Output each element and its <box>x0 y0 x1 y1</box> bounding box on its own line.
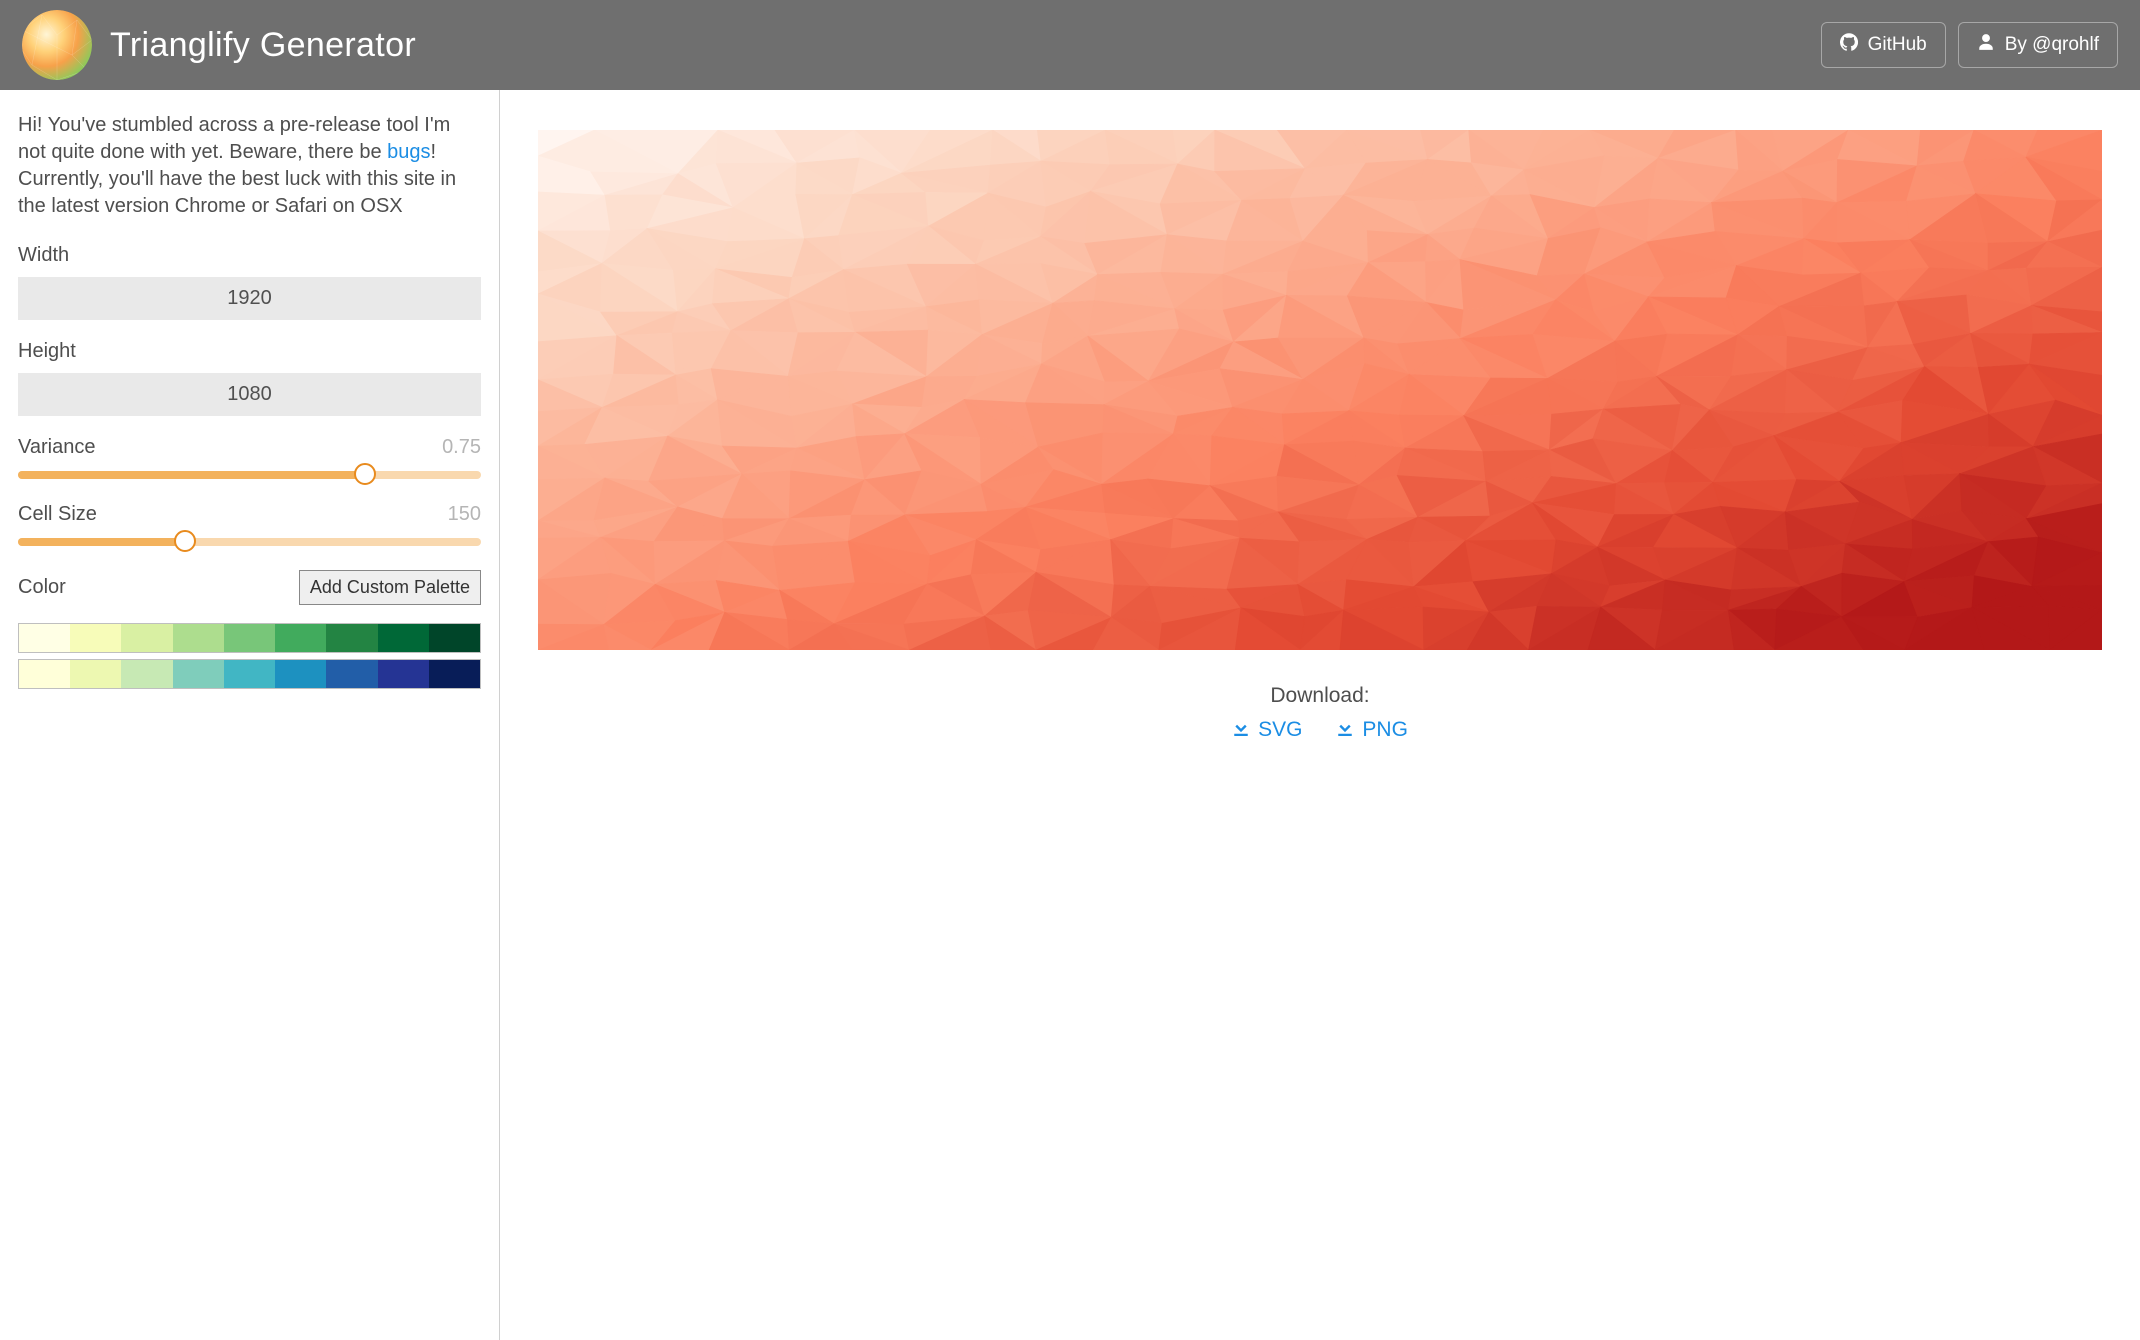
user-icon <box>1977 33 1995 57</box>
download-section: Download: SVG PNG <box>1232 684 1408 742</box>
width-input[interactable] <box>18 277 481 320</box>
github-button-label: GitHub <box>1868 34 1927 56</box>
cellsize-value: 150 <box>448 503 481 526</box>
palette-swatch <box>429 624 480 652</box>
palette-swatch <box>224 624 275 652</box>
bugs-link[interactable]: bugs <box>387 141 430 163</box>
palette-swatch <box>19 660 70 688</box>
main: Hi! You've stumbled across a pre-release… <box>0 90 2140 1340</box>
palette-swatch <box>378 660 429 688</box>
width-label: Width <box>18 244 481 267</box>
palette-swatch <box>121 624 172 652</box>
intro-text: Hi! You've stumbled across a pre-release… <box>18 112 481 220</box>
palette-swatch <box>224 660 275 688</box>
palette-row[interactable] <box>18 659 481 689</box>
add-palette-button[interactable]: Add Custom Palette <box>299 570 481 605</box>
slider-thumb[interactable] <box>174 530 196 552</box>
intro-a: Hi! You've stumbled across a pre-release… <box>18 114 450 163</box>
palette-row[interactable] <box>18 623 481 653</box>
palette-swatch <box>326 660 377 688</box>
cellsize-label: Cell Size <box>18 503 97 526</box>
download-icon <box>1232 718 1250 742</box>
slider-fill <box>18 471 365 479</box>
color-header: Color Add Custom Palette <box>18 570 481 605</box>
palette-swatch <box>121 660 172 688</box>
download-svg-label: SVG <box>1258 718 1302 742</box>
header-bar: Trianglify Generator GitHub By @qrohlf <box>0 0 2140 90</box>
palette-swatch <box>19 624 70 652</box>
cellsize-slider[interactable] <box>18 530 481 550</box>
slider-thumb[interactable] <box>354 463 376 485</box>
palette-list <box>18 623 481 689</box>
palette-swatch <box>70 624 121 652</box>
app-title: Trianglify Generator <box>110 26 1803 65</box>
cellsize-control: Cell Size 150 <box>18 503 481 550</box>
palette-swatch <box>275 624 326 652</box>
palette-swatch <box>70 660 121 688</box>
github-icon <box>1840 33 1858 57</box>
preview-pane: Download: SVG PNG <box>500 90 2140 1340</box>
height-label: Height <box>18 340 481 363</box>
variance-label: Variance <box>18 436 95 459</box>
download-label: Download: <box>1232 684 1408 708</box>
height-input[interactable] <box>18 373 481 416</box>
logo-icon <box>22 10 92 80</box>
palette-swatch <box>326 624 377 652</box>
palette-swatch <box>173 660 224 688</box>
palette-swatch <box>173 624 224 652</box>
download-svg-link[interactable]: SVG <box>1232 718 1302 742</box>
header-buttons: GitHub By @qrohlf <box>1821 22 2118 68</box>
variance-value: 0.75 <box>442 436 481 459</box>
preview-canvas <box>538 130 2102 650</box>
variance-slider[interactable] <box>18 463 481 483</box>
github-button[interactable]: GitHub <box>1821 22 1946 68</box>
palette-swatch <box>378 624 429 652</box>
author-button[interactable]: By @qrohlf <box>1958 22 2118 68</box>
author-button-label: By @qrohlf <box>2005 34 2099 56</box>
color-label: Color <box>18 576 66 599</box>
download-png-link[interactable]: PNG <box>1336 718 1408 742</box>
download-png-label: PNG <box>1362 718 1408 742</box>
slider-fill <box>18 538 185 546</box>
download-icon <box>1336 718 1354 742</box>
palette-swatch <box>429 660 480 688</box>
variance-control: Variance 0.75 <box>18 436 481 483</box>
palette-swatch <box>275 660 326 688</box>
sidebar: Hi! You've stumbled across a pre-release… <box>0 90 500 1340</box>
